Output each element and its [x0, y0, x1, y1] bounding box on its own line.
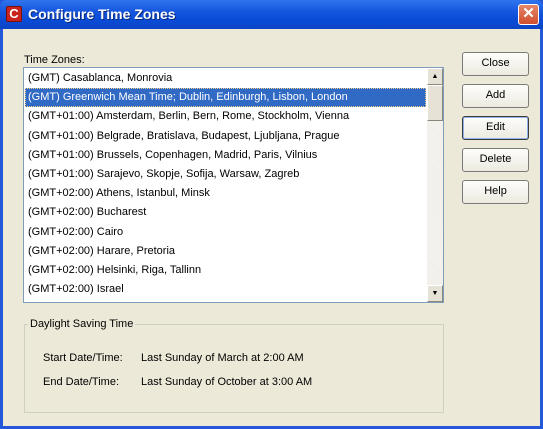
vertical-scrollbar[interactable]: ▲ ▼	[427, 68, 443, 302]
title-bar[interactable]: C Configure Time Zones ✕	[0, 0, 543, 29]
close-button[interactable]: Close	[462, 52, 529, 76]
end-datetime-value: Last Sunday of October at 3:00 AM	[141, 376, 313, 388]
time-zones-list: (GMT) Casablanca, Monrovia (GMT) Greenwic…	[25, 69, 426, 301]
scroll-up-icon[interactable]: ▲	[427, 68, 443, 85]
scroll-down-icon[interactable]: ▼	[427, 285, 443, 302]
list-item[interactable]: (GMT) Greenwich Mean Time; Dublin, Edinb…	[25, 88, 426, 108]
list-item[interactable]: (GMT+02:00) Cairo	[25, 223, 426, 242]
list-item[interactable]: (GMT+02:00) Helsinki, Riga, Tallinn	[25, 261, 426, 280]
window-title: Configure Time Zones	[28, 6, 176, 22]
list-item[interactable]: (GMT+02:00) Israel	[25, 280, 426, 299]
app-icon: C	[6, 6, 22, 22]
start-datetime-value: Last Sunday of March at 2:00 AM	[141, 352, 304, 364]
start-datetime-label: Start Date/Time:	[43, 352, 123, 364]
list-item[interactable]: (GMT+01:00) Belgrade, Bratislava, Budape…	[25, 127, 426, 146]
time-zones-label: Time Zones:	[24, 54, 85, 66]
dst-groupbox	[24, 324, 444, 413]
time-zones-listbox[interactable]: (GMT) Casablanca, Monrovia (GMT) Greenwic…	[23, 67, 444, 303]
list-item[interactable]: (GMT+01:00) Brussels, Copenhagen, Madrid…	[25, 146, 426, 165]
list-item[interactable]: (GMT+01:00) Sarajevo, Skopje, Sofija, Wa…	[25, 165, 426, 184]
list-item[interactable]: (GMT+02:00) Harare, Pretoria	[25, 242, 426, 261]
edit-button[interactable]: Edit	[462, 116, 529, 140]
scroll-thumb[interactable]	[427, 85, 443, 121]
delete-button[interactable]: Delete	[462, 148, 529, 172]
dst-group-legend: Daylight Saving Time	[28, 318, 136, 330]
list-item[interactable]: (GMT+02:00) Athens, Istanbul, Minsk	[25, 184, 426, 203]
end-datetime-label: End Date/Time:	[43, 376, 120, 388]
list-item[interactable]: (GMT) Casablanca, Monrovia	[25, 69, 426, 88]
help-button[interactable]: Help	[462, 180, 529, 204]
add-button[interactable]: Add	[462, 84, 529, 108]
list-item[interactable]: (GMT+02:00) Bucharest	[25, 203, 426, 222]
window-close-icon[interactable]: ✕	[518, 4, 539, 25]
list-item[interactable]: (GMT+01:00) Amsterdam, Berlin, Bern, Rom…	[25, 107, 426, 126]
